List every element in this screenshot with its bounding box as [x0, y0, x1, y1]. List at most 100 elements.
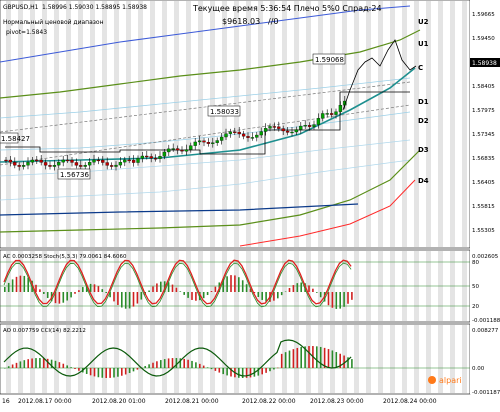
session-stripe [198, 325, 203, 393]
session-stripe [354, 325, 359, 393]
sub2-label: AO 0.007759 CCI(14) 82.2212 [3, 328, 86, 334]
candle-body [259, 131, 263, 136]
price-tick-label: 1.55815 [472, 204, 495, 210]
ao-bar [187, 359, 189, 368]
level-d4: D4 [418, 177, 429, 185]
candle-body [277, 126, 281, 129]
session-stripe [222, 325, 227, 393]
session-stripe [438, 1, 443, 247]
session-stripe [186, 325, 191, 393]
ao-bar [105, 368, 107, 378]
ac-bar [187, 292, 189, 298]
candle-body [334, 111, 338, 115]
candle-body [127, 159, 131, 162]
level-d3: D3 [418, 146, 429, 154]
ao-bar [308, 346, 310, 368]
candle-body [281, 128, 285, 132]
candle-body [228, 131, 233, 134]
session-stripe [78, 325, 83, 393]
ao-bar [171, 358, 174, 368]
svg-text:1.59068: 1.59068 [315, 56, 344, 64]
level-u2: U2 [418, 18, 429, 26]
price-label-4: 1.58427 [0, 132, 30, 144]
candle-body [74, 162, 79, 166]
ac-bar [132, 292, 135, 307]
main-chart-area[interactable] [0, 0, 471, 249]
session-stripe [342, 1, 347, 247]
sub2-tick-label: 0.00 [472, 366, 485, 372]
ao-bar [43, 358, 45, 368]
candle-body [246, 136, 250, 138]
ac-bar [331, 292, 334, 308]
candle-body [8, 159, 13, 163]
ohlc-label: 1.58996 1.59030 1.58895 1.58938 [42, 4, 147, 11]
ao-bar [316, 346, 318, 368]
session-stripe [390, 325, 395, 393]
session-stripe [258, 325, 263, 393]
sub1-tick-label: 20 [472, 304, 479, 310]
ao-bar [288, 350, 291, 368]
ao-bar [195, 362, 197, 368]
candle-body [167, 148, 171, 153]
ac-bar [89, 283, 92, 292]
ao-bar [226, 368, 228, 376]
ac-bar [214, 286, 217, 292]
session-stripe [330, 1, 335, 247]
ao-bar [222, 368, 224, 375]
session-stripe [462, 325, 467, 393]
sub2-tick-label: 0.008277 [472, 328, 499, 334]
ao-bar [296, 347, 299, 368]
level-c: C [418, 64, 423, 72]
session-stripe [78, 1, 83, 247]
session-stripe [66, 325, 71, 393]
candle-body [180, 150, 184, 152]
ac-bar [23, 275, 26, 292]
ao-bar [11, 364, 14, 368]
ao-bar [121, 368, 123, 376]
svg-text:1.58427: 1.58427 [1, 135, 30, 143]
time-tick-label: 16 [2, 398, 10, 405]
candle-body [39, 159, 43, 163]
ac-bar [339, 292, 341, 309]
candle-body [136, 158, 140, 163]
ao-bar [54, 360, 57, 368]
session-stripe [366, 325, 371, 393]
ao-bar [167, 358, 170, 368]
ao-bar [331, 350, 334, 368]
session-stripe [42, 1, 47, 247]
session-stripe [210, 325, 215, 393]
candle-body [219, 136, 224, 141]
chart-canvas[interactable]: 1.596651.594501.588351.584051.579751.573… [0, 0, 500, 408]
ao-bar [132, 368, 135, 372]
ac-stoch-subwindow[interactable] [0, 249, 471, 323]
ac-bar [300, 282, 302, 292]
candle-body [92, 159, 96, 163]
ac-bar [343, 292, 345, 307]
candle-body [184, 149, 189, 152]
ac-bar [183, 292, 185, 295]
svg-text:1.56736: 1.56736 [60, 171, 89, 179]
ao-cci-subwindow[interactable] [0, 323, 471, 395]
candle-body [329, 113, 334, 115]
ac-bar [43, 292, 45, 294]
time-tick-label: 2012.08.17 00:00 [18, 398, 72, 405]
price-tick-label: 1.58405 [472, 84, 495, 90]
ao-bar [284, 352, 287, 368]
price-tick-label: 1.56405 [472, 180, 495, 186]
ao-bar [199, 363, 201, 368]
price-tick-label: 1.56835 [472, 156, 495, 162]
ao-bar [300, 347, 302, 368]
candle-body [30, 159, 35, 163]
ao-bar [27, 359, 29, 368]
session-stripe [402, 325, 407, 393]
ao-bar [97, 368, 100, 378]
price-label-2: 1.58033 [207, 105, 241, 117]
session-stripe [150, 325, 155, 393]
ao-bar [19, 361, 22, 368]
ac-bar [124, 292, 127, 309]
ac-bar [160, 281, 162, 292]
ao-bar [58, 362, 61, 368]
ao-bar [206, 367, 209, 368]
ao-bar [66, 365, 68, 368]
balance-right-label: //0 [268, 17, 278, 26]
